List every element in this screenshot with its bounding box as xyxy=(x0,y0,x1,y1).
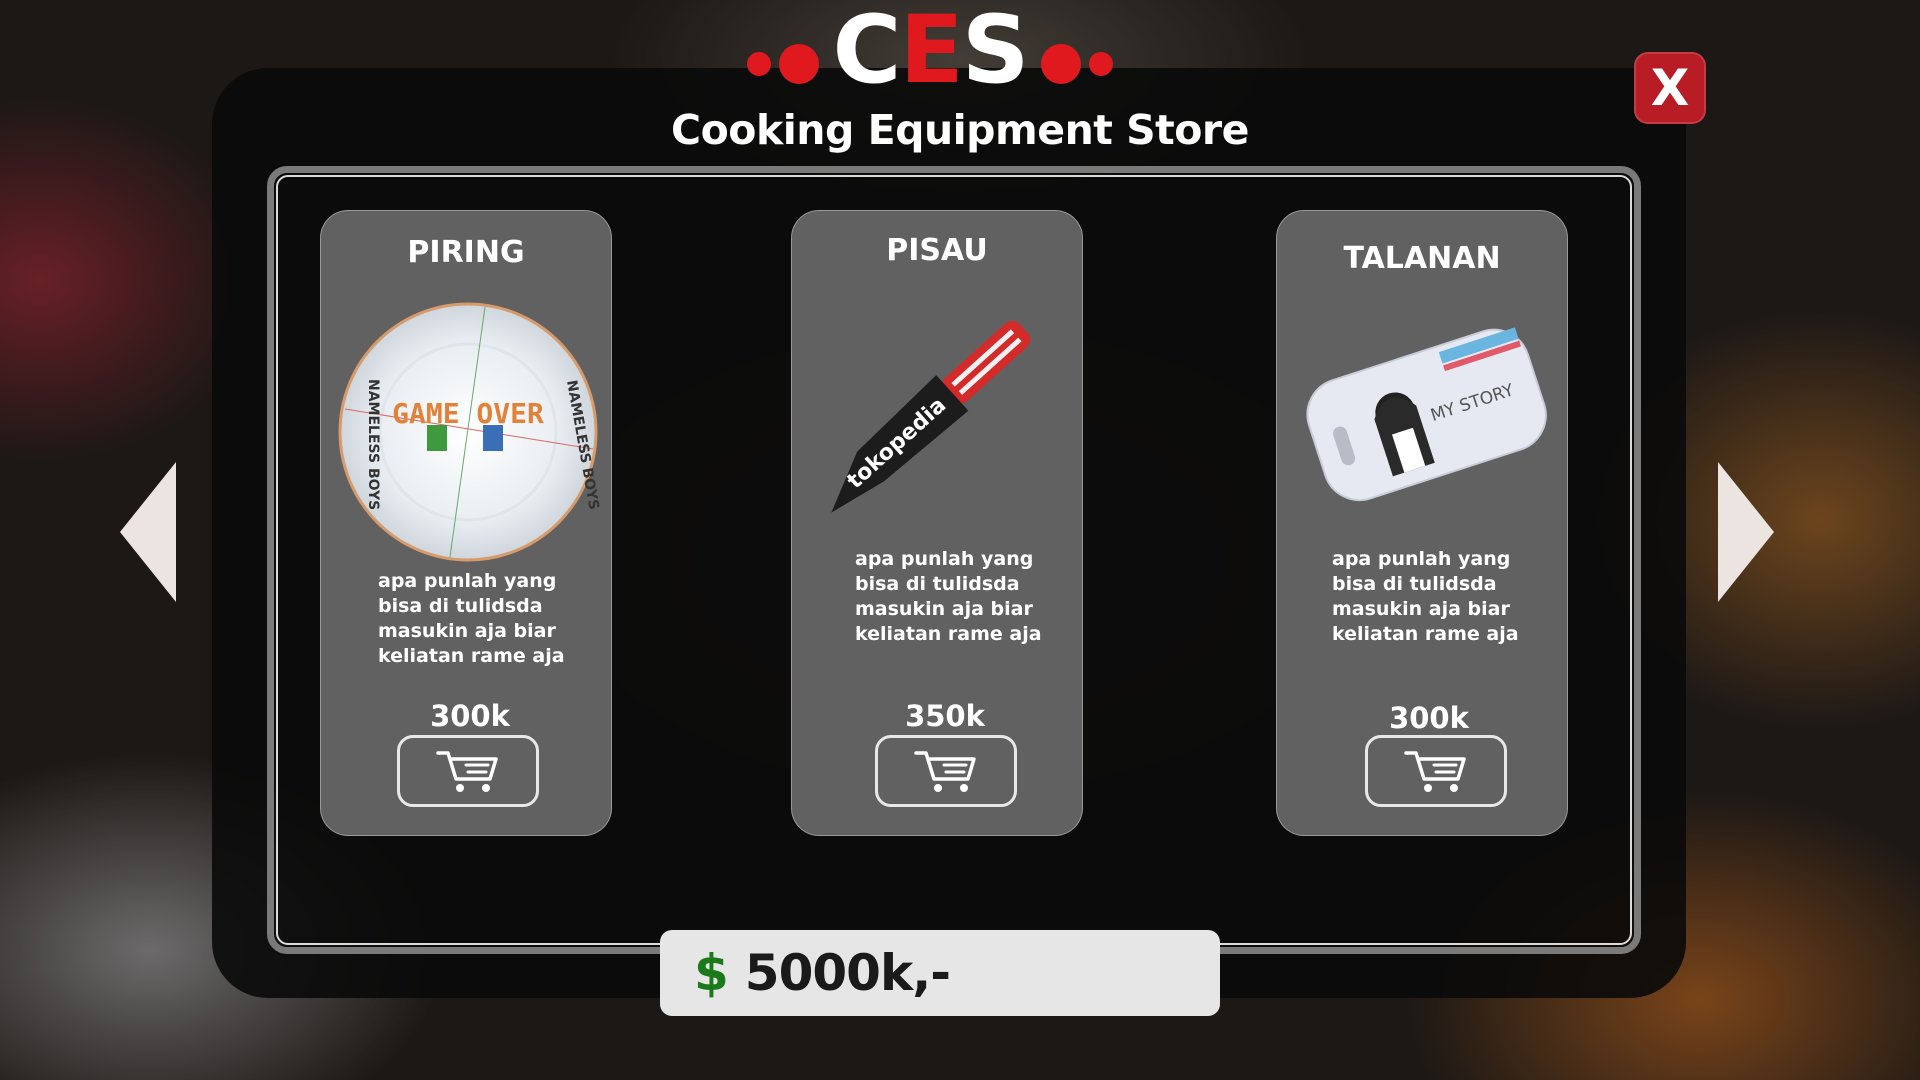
plate-logo-text: GAME OVER xyxy=(392,397,544,430)
item-name: PIRING xyxy=(407,235,525,270)
buy-button[interactable] xyxy=(875,735,1017,807)
money-balance: $ 5000k,- xyxy=(660,930,1220,1016)
store-title: Cooking Equipment Store xyxy=(671,106,1249,154)
balance-value: 5000k,- xyxy=(744,944,951,1002)
buy-button[interactable] xyxy=(1365,735,1507,807)
item-card-pisau: PISAU tokopedia apa punlah yang bisa di … xyxy=(791,210,1083,836)
item-description: apa punlah yang bisa di tulidsda masukin… xyxy=(1332,548,1519,645)
plate-rim-text-left: NAMELESS BOYS xyxy=(365,379,381,510)
item-name: TALANAN xyxy=(1343,241,1501,276)
cutting-board-image: MY STORY xyxy=(1297,303,1555,527)
item-price: 300k xyxy=(430,699,510,733)
item-price: 350k xyxy=(905,699,985,733)
buy-button[interactable] xyxy=(397,735,539,807)
logo-dots-right xyxy=(1041,44,1114,84)
cart-icon xyxy=(436,747,500,795)
item-description: apa punlah yang bisa di tulidsda masukin… xyxy=(378,570,565,667)
logo-letter-e: E xyxy=(899,0,964,105)
knife-blade-text: tokopedia xyxy=(843,393,952,494)
logo-dots-left xyxy=(746,44,819,84)
arrow-right-icon[interactable] xyxy=(1718,462,1774,606)
dollar-icon: $ xyxy=(694,944,729,1002)
cart-icon xyxy=(1404,747,1468,795)
knife-image: tokopedia xyxy=(810,293,1050,537)
plate-image: GAME OVER NAMELESS BOYS NAMELESS BOYS xyxy=(335,299,602,569)
logo-letter-s: S xyxy=(961,0,1030,105)
close-icon: X xyxy=(1650,59,1690,117)
logo-letter-c: C xyxy=(832,0,902,105)
cart-icon xyxy=(914,747,978,795)
item-description: apa punlah yang bisa di tulidsda masukin… xyxy=(855,548,1042,645)
item-name: PISAU xyxy=(886,233,988,268)
arrow-left-icon[interactable] xyxy=(120,462,176,606)
item-price: 300k xyxy=(1389,701,1469,735)
ces-logo: CES xyxy=(740,4,1120,98)
close-button[interactable]: X xyxy=(1634,52,1706,124)
item-card-piring: PIRING GAME OVER NAMELESS BOYS NAMELESS … xyxy=(320,210,612,836)
item-card-talanan: TALANAN MY STORY apa punlah yang bisa di… xyxy=(1276,210,1568,836)
